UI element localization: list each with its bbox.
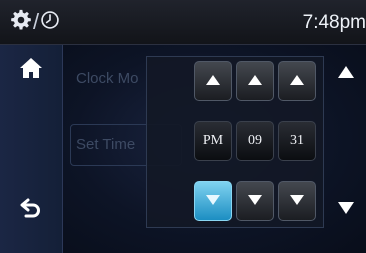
top-bar: / 7:48pm: [0, 0, 366, 45]
hour-up-button[interactable]: [236, 61, 274, 101]
triangle-up-icon: [290, 72, 304, 90]
clock-mode-label: Clock Mo: [76, 70, 139, 87]
triangle-down-icon: [338, 201, 354, 219]
scroll-down-button[interactable]: [334, 198, 358, 222]
set-time-label: Set Time: [76, 136, 136, 153]
back-button[interactable]: [8, 189, 54, 231]
triangle-up-icon: [338, 65, 354, 83]
clock-icon[interactable]: [40, 10, 60, 35]
minute-up-button[interactable]: [278, 61, 316, 101]
hour-down-button[interactable]: [236, 181, 274, 221]
triangle-up-icon: [248, 72, 262, 90]
minute-down-button[interactable]: [278, 181, 316, 221]
home-button[interactable]: [8, 49, 54, 91]
back-arrow-icon: [19, 196, 43, 225]
meridiem-up-button[interactable]: [194, 61, 232, 101]
screen: / 7:48pm Clock Mo Set Time PM 09 31: [0, 0, 366, 253]
top-icons: /: [10, 8, 60, 36]
gear-icon[interactable]: [10, 9, 32, 36]
triangle-down-icon: [290, 192, 304, 210]
home-icon: [19, 57, 43, 84]
separator-slash: /: [33, 9, 40, 34]
meridiem-down-button[interactable]: [194, 181, 232, 221]
left-sidebar: [0, 45, 63, 253]
triangle-up-icon: [206, 72, 220, 90]
minute-value[interactable]: 31: [278, 121, 316, 161]
clock-time: 7:48pm: [302, 12, 366, 33]
time-picker-panel: PM 09 31: [146, 56, 324, 228]
triangle-down-icon: [248, 192, 262, 210]
triangle-down-icon: [206, 192, 220, 210]
meridiem-value[interactable]: PM: [194, 121, 232, 161]
hour-value[interactable]: 09: [236, 121, 274, 161]
scroll-up-button[interactable]: [334, 62, 358, 86]
